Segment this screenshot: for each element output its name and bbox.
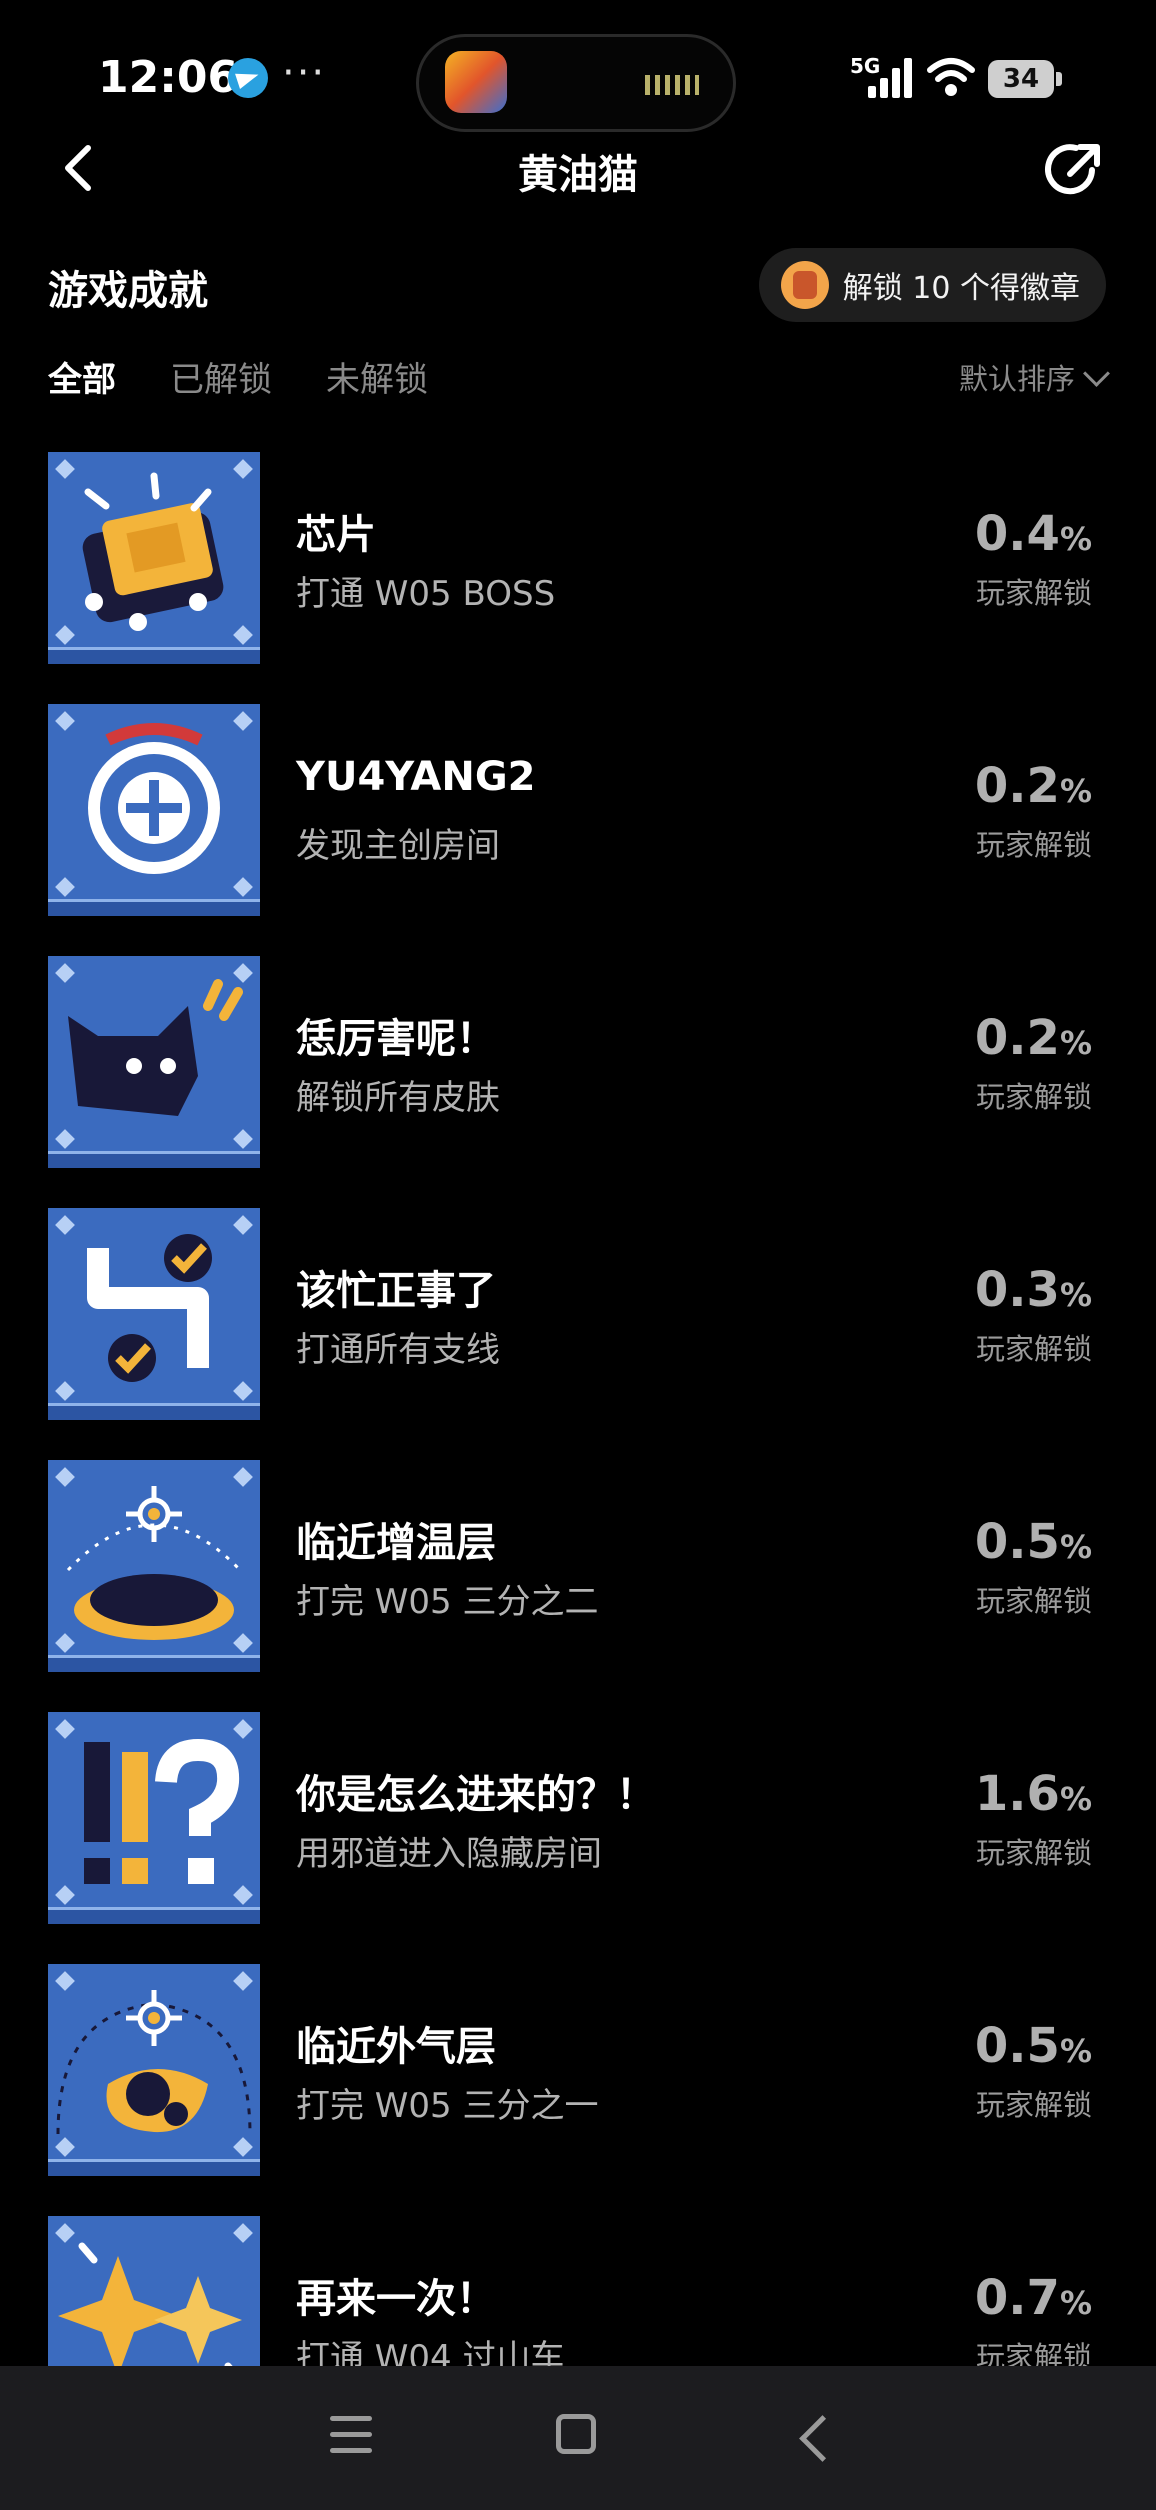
audio-wave-icon bbox=[645, 75, 699, 95]
unlock-percent: 0.4% bbox=[974, 506, 1092, 562]
game-app-icon bbox=[445, 51, 507, 113]
badge-icon bbox=[780, 261, 829, 309]
unlock-label: 玩家解锁 bbox=[975, 828, 1092, 862]
target-orbit-icon bbox=[48, 1964, 260, 2176]
signal-icon bbox=[866, 58, 914, 98]
home-icon[interactable] bbox=[556, 2414, 596, 2454]
unlock-percent: 0.2% bbox=[974, 758, 1092, 814]
status-time: 12:06 bbox=[98, 52, 239, 103]
sort-dropdown[interactable]: 默认排序 bbox=[958, 356, 1110, 398]
chip-icon bbox=[48, 452, 260, 664]
achievement-name: 临近外气层 bbox=[296, 2024, 496, 2070]
achievement-name: 芯片 bbox=[296, 512, 376, 558]
list-item[interactable]: 你是怎么进来的？！ 用邪道进入隐藏房间 1.6% 玩家解锁 bbox=[0, 1712, 1156, 1924]
list-item[interactable]: 临近增温层 打完 W05 三分之二 0.5% 玩家解锁 bbox=[0, 1460, 1156, 1672]
status-bar: 12:06 ··· 5G 34 bbox=[0, 0, 1156, 150]
achievement-desc: 解锁所有皮肤 bbox=[296, 1078, 500, 1118]
achievement-desc: 用邪道进入隐藏房间 bbox=[296, 1834, 602, 1874]
achievement-name: 恁厉害呢！ bbox=[296, 1016, 496, 1062]
unlock-label: 玩家解锁 bbox=[975, 1836, 1092, 1870]
telegram-icon bbox=[228, 58, 268, 98]
tab-unlocked[interactable]: 已解锁 bbox=[170, 352, 272, 401]
achievement-name: 你是怎么进来的？！ bbox=[296, 1772, 656, 1818]
achievement-name: 该忙正事了 bbox=[296, 1268, 496, 1314]
unlock-label: 玩家解锁 bbox=[975, 2088, 1092, 2122]
controller-icon bbox=[48, 704, 260, 916]
achievement-desc: 打完 W05 三分之二 bbox=[296, 1582, 599, 1622]
unlock-percent: 1.6% bbox=[974, 1766, 1092, 1822]
battery-icon: 34 bbox=[988, 60, 1062, 98]
achievement-desc: 打通所有支线 bbox=[296, 1330, 500, 1370]
list-item[interactable]: 芯片 打通 W05 BOSS 0.4% 玩家解锁 bbox=[0, 452, 1156, 664]
page-title: 黄油猫 bbox=[518, 152, 638, 198]
unlock-percent: 0.2% bbox=[974, 1010, 1092, 1066]
list-item[interactable]: YU4YANG2 发现主创房间 0.2% 玩家解锁 bbox=[0, 704, 1156, 916]
nav-back-icon[interactable] bbox=[799, 2415, 846, 2462]
list-item[interactable]: 临近外气层 打完 W05 三分之一 0.5% 玩家解锁 bbox=[0, 1964, 1156, 2176]
tab-locked[interactable]: 未解锁 bbox=[326, 352, 428, 401]
exclaim-question-icon bbox=[48, 1712, 260, 1924]
achievement-name: YU4YANG2 bbox=[296, 754, 536, 800]
achievement-name: 临近增温层 bbox=[296, 1520, 496, 1566]
share-button[interactable] bbox=[1042, 138, 1106, 202]
achievement-desc: 发现主创房间 bbox=[296, 826, 500, 866]
list-item[interactable]: 恁厉害呢！ 解锁所有皮肤 0.2% 玩家解锁 bbox=[0, 956, 1156, 1168]
section-title: 游戏成就 bbox=[48, 268, 208, 314]
wifi-icon bbox=[927, 58, 975, 96]
unlock-label: 玩家解锁 bbox=[975, 1584, 1092, 1618]
more-notifications-icon: ··· bbox=[282, 50, 327, 96]
unlock-badge-button[interactable]: 解锁 10 个得徽章 bbox=[758, 248, 1106, 322]
unlock-percent: 0.3% bbox=[974, 1262, 1092, 1318]
dynamic-island[interactable] bbox=[416, 34, 736, 132]
unlock-percent: 0.5% bbox=[974, 2018, 1092, 2074]
unlock-label: 玩家解锁 bbox=[975, 1332, 1092, 1366]
unlock-percent: 0.7% bbox=[974, 2270, 1092, 2326]
list-item[interactable]: 该忙正事了 打通所有支线 0.3% 玩家解锁 bbox=[0, 1208, 1156, 1420]
cat-icon bbox=[48, 956, 260, 1168]
tab-all[interactable]: 全部 bbox=[48, 352, 116, 401]
unlock-label: 玩家解锁 bbox=[975, 1080, 1092, 1114]
chevron-down-icon bbox=[1083, 359, 1110, 387]
target-ufo-icon bbox=[48, 1460, 260, 1672]
unlock-percent: 0.5% bbox=[974, 1514, 1092, 1570]
achievement-name: 再来一次！ bbox=[296, 2276, 496, 2322]
achievement-desc: 打完 W05 三分之一 bbox=[296, 2086, 599, 2126]
unlock-label: 玩家解锁 bbox=[975, 576, 1092, 610]
achievement-desc: 打通 W05 BOSS bbox=[296, 574, 556, 614]
badge-text: 解锁 10 个得徽章 bbox=[842, 271, 1080, 306]
sort-label: 默认排序 bbox=[958, 362, 1075, 396]
menu-icon[interactable] bbox=[330, 2416, 372, 2454]
filter-tabs: 全部 已解锁 未解锁 bbox=[48, 352, 428, 401]
system-nav-bar bbox=[0, 2366, 1156, 2510]
checklist-icon bbox=[48, 1208, 260, 1420]
